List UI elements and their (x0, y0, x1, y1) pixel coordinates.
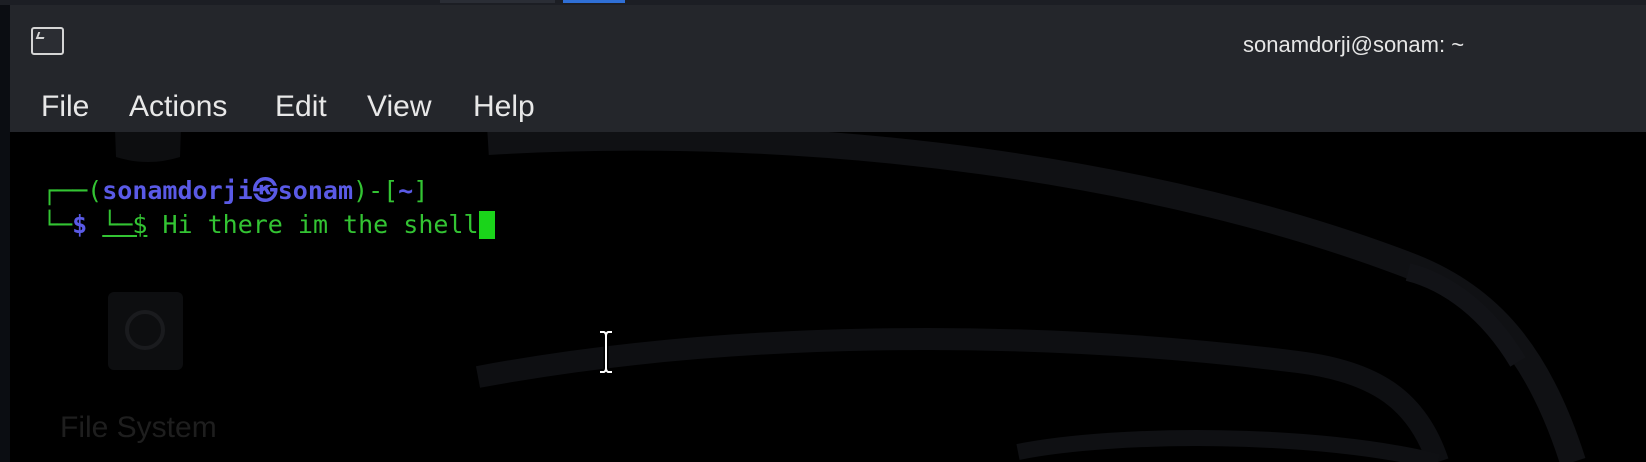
terminal-output[interactable]: File System ┌──(sonamdorji㉿sonam)-[~] └─… (18, 132, 1646, 462)
prompt-frame-bottom: └─ (42, 210, 73, 239)
typed-prompt-text: └─$ (102, 210, 148, 239)
window-title: sonamdorji@sonam: ~ (1243, 32, 1465, 57)
terminal-prompt-glyph (35, 32, 47, 39)
menu-edit[interactable]: Edit (275, 89, 327, 125)
panel-segment (440, 0, 555, 3)
panel-active-indicator[interactable] (563, 0, 625, 3)
terminal-icon (31, 27, 64, 55)
prompt-at-symbol: ㉿ (252, 176, 278, 205)
text-cursor-icon (600, 330, 612, 374)
terminal-window: sonamdorji@sonam: ~ File Actions Edit Vi… (10, 5, 1646, 462)
menu-actions[interactable]: Actions (129, 89, 227, 125)
prompt-cwd: ~ (398, 176, 414, 205)
menu-view[interactable]: View (367, 89, 431, 125)
desktop-background (0, 5, 10, 462)
desktop-icon-label: File System (60, 411, 217, 444)
menu-bar: File Actions Edit View Help (10, 82, 1646, 132)
prompt-line-2: └─$ └─$ Hi there im the shell (42, 208, 495, 242)
typed-command: Hi there im the shell (147, 210, 479, 239)
prompt-host: sonam (277, 176, 354, 205)
prompt-dollar: $ (72, 210, 88, 239)
prompt-path-close: ] (413, 176, 429, 205)
screen: sonamdorji@sonam: ~ File Actions Edit Vi… (0, 0, 1646, 462)
prompt-frame-open: ┌──( (42, 176, 103, 205)
menu-help[interactable]: Help (473, 89, 535, 125)
menu-file[interactable]: File (41, 89, 89, 125)
prompt-path-open: )-[ (353, 176, 399, 205)
prompt-line-1: ┌──(sonamdorji㉿sonam)-[~] (42, 174, 428, 208)
window-titlebar[interactable]: sonamdorji@sonam: ~ (10, 5, 1646, 82)
prompt-user: sonamdorji (102, 176, 253, 205)
text-cursor-block (478, 211, 495, 239)
